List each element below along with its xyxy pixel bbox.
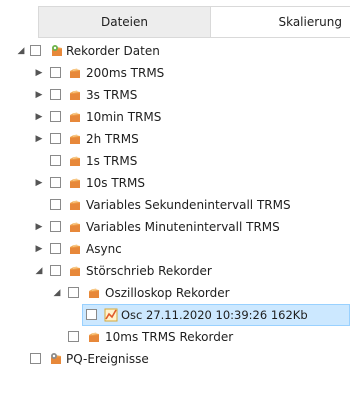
checkbox[interactable]	[50, 221, 61, 232]
tree-item-osc-file[interactable]: Osc 27.11.2020 10:39:26 162Kb	[0, 304, 350, 326]
tree-item-label: 10s TRMS	[86, 176, 145, 190]
checkbox[interactable]	[30, 45, 41, 56]
folder-icon	[68, 198, 82, 212]
folder-icon	[68, 154, 82, 168]
checkbox[interactable]	[68, 287, 79, 298]
tree-item-label: 10min TRMS	[86, 110, 162, 124]
tree-item-10ms-trms-rekorder[interactable]: 10ms TRMS Rekorder	[0, 326, 350, 348]
tree-item-10s-trms[interactable]: ▶ 10s TRMS	[0, 172, 350, 194]
recorder-data-icon	[50, 44, 64, 58]
folder-icon	[68, 66, 82, 80]
tree-item-label: 10ms TRMS Rekorder	[105, 330, 234, 344]
collapse-arrow-icon[interactable]: ◢	[52, 282, 62, 304]
oscilloscope-chart-icon	[104, 308, 118, 322]
checkbox[interactable]	[50, 265, 61, 276]
tree-item-label: Störschrieb Rekorder	[86, 264, 212, 278]
tree-item-stoerschrieb-rekorder[interactable]: ◢ Störschrieb Rekorder	[0, 260, 350, 282]
tab-dateien[interactable]: Dateien	[38, 6, 211, 38]
checkbox[interactable]	[86, 309, 97, 320]
checkbox[interactable]	[50, 177, 61, 188]
tree-item-label: 1s TRMS	[86, 154, 138, 168]
tree-item-async[interactable]: ▶ Async	[0, 238, 350, 260]
expand-arrow-icon[interactable]: ▶	[34, 172, 44, 194]
expand-arrow-icon[interactable]: ▶	[34, 106, 44, 128]
tree-item-label: Rekorder Daten	[66, 44, 160, 58]
checkbox[interactable]	[50, 89, 61, 100]
tree-item-variables-minutenintervall-trms[interactable]: ▶ Variables Minutenintervall TRMS	[0, 216, 350, 238]
tree-item-label: Variables Minutenintervall TRMS	[86, 220, 280, 234]
folder-icon	[68, 132, 82, 146]
folder-icon	[68, 242, 82, 256]
folder-icon	[68, 176, 82, 190]
tree-item-10min-trms[interactable]: ▶ 10min TRMS	[0, 106, 350, 128]
expand-arrow-icon[interactable]: ▶	[34, 128, 44, 150]
checkbox[interactable]	[50, 111, 61, 122]
tree-item-label: PQ-Ereignisse	[66, 352, 149, 366]
folder-icon	[87, 330, 101, 344]
tree-item-label: 200ms TRMS	[86, 66, 165, 80]
tab-bar: Dateien Skalierung	[0, 0, 350, 38]
expand-arrow-icon[interactable]: ▶	[34, 238, 44, 260]
checkbox[interactable]	[50, 133, 61, 144]
checkbox[interactable]	[30, 353, 41, 364]
folder-icon	[68, 264, 82, 278]
pq-events-icon	[49, 352, 63, 366]
checkbox[interactable]	[50, 199, 61, 210]
tab-dateien-label: Dateien	[100, 15, 148, 29]
collapse-arrow-icon[interactable]: ◢	[16, 40, 26, 62]
expand-arrow-icon[interactable]: ▶	[34, 62, 44, 84]
tree-item-label: Oszilloskop Rekorder	[105, 286, 230, 300]
tree-item-pq-ereignisse[interactable]: PQ-Ereignisse	[0, 348, 350, 370]
folder-icon	[87, 286, 101, 300]
tree-item-200ms-trms[interactable]: ▶ 200ms TRMS	[0, 62, 350, 84]
tree-item-label: 3s TRMS	[86, 88, 138, 102]
folder-icon	[68, 220, 82, 234]
tree-item-2h-trms[interactable]: ▶ 2h TRMS	[0, 128, 350, 150]
expand-arrow-icon[interactable]: ▶	[34, 84, 44, 106]
tab-skalierung[interactable]: Skalierung	[211, 6, 350, 38]
tree-item-oszilloskop-rekorder[interactable]: ◢ Oszilloskop Rekorder	[0, 282, 350, 304]
folder-icon	[68, 110, 82, 124]
tree-item-label: 2h TRMS	[86, 132, 139, 146]
tree-item-1s-trms[interactable]: 1s TRMS	[0, 150, 350, 172]
tree-item-label: Variables Sekundenintervall TRMS	[86, 198, 291, 212]
checkbox[interactable]	[50, 67, 61, 78]
tree-item-variables-sekundenintervall-trms[interactable]: Variables Sekundenintervall TRMS	[0, 194, 350, 216]
checkbox[interactable]	[50, 243, 61, 254]
collapse-arrow-icon[interactable]: ◢	[34, 260, 44, 282]
tree-item-label: Osc 27.11.2020 10:39:26 162Kb	[121, 308, 308, 322]
checkbox[interactable]	[50, 155, 61, 166]
expand-arrow-icon[interactable]: ▶	[34, 216, 44, 238]
tree-item-rekorder-daten[interactable]: ◢ Rekorder Daten	[0, 40, 350, 62]
tree-item-3s-trms[interactable]: ▶ 3s TRMS	[0, 84, 350, 106]
folder-icon	[68, 88, 82, 102]
tab-skalierung-label: Skalierung	[278, 15, 342, 29]
tree-item-label: Async	[86, 242, 122, 256]
checkbox[interactable]	[68, 331, 79, 342]
